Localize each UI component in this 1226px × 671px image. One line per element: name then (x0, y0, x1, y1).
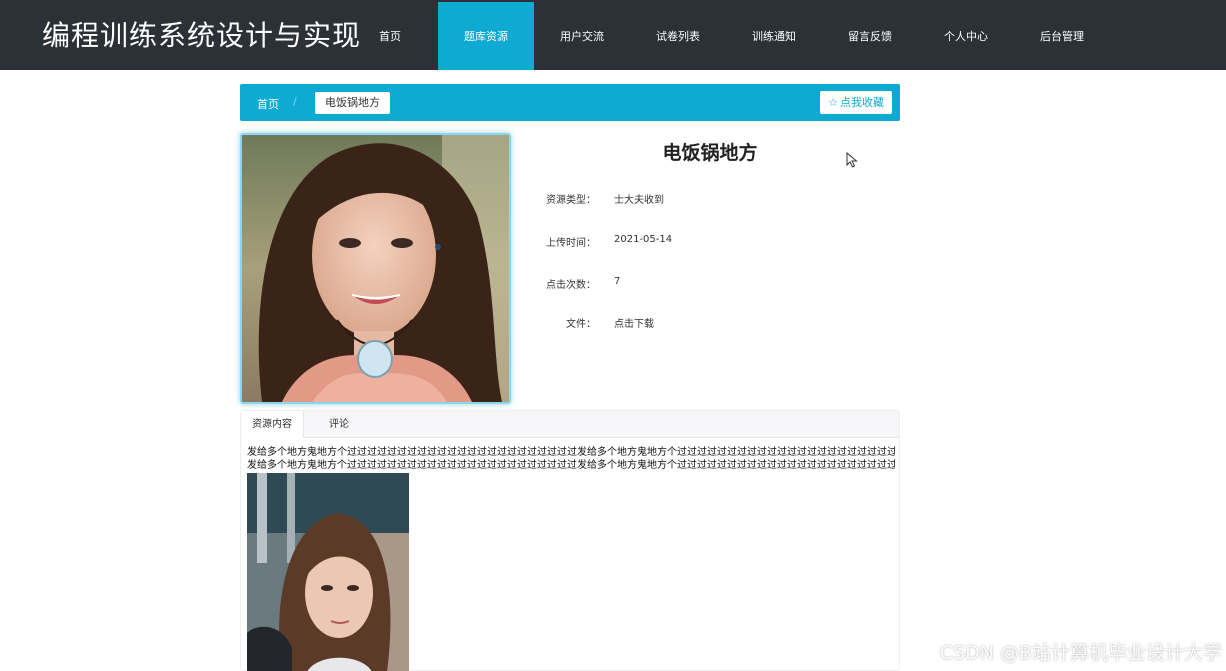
field-label-type: 资源类型： (546, 195, 596, 206)
breadcrumb-current: 电饭锅地方 (315, 92, 390, 114)
nav-item-home[interactable]: 首页 (342, 2, 438, 70)
nav-item-training-notice[interactable]: 训练通知 (726, 2, 822, 70)
nav-item-admin[interactable]: 后台管理 (1014, 2, 1110, 70)
breadcrumb-separator: / (293, 95, 297, 108)
main-nav: 首页 题库资源 用户交流 试卷列表 训练通知 留言反馈 个人中心 后台管理 (342, 2, 1110, 70)
field-label-upload-time: 上传时间： (546, 238, 596, 249)
nav-item-feedback[interactable]: 留言反馈 (822, 2, 918, 70)
field-label-click-count: 点击次数： (546, 280, 596, 291)
tab-resource-content[interactable]: 资源内容 (241, 411, 304, 438)
nav-item-user-exchange[interactable]: 用户交流 (534, 2, 630, 70)
resource-title: 电饭锅地方 (662, 142, 758, 164)
content-image (247, 473, 409, 671)
nav-item-question-bank[interactable]: 题库资源 (438, 2, 534, 70)
watermark-text: CSDN @B站计算机毕业设计大学 (939, 642, 1222, 664)
portrait-image (242, 135, 509, 402)
star-outline-icon: ☆ (828, 96, 838, 109)
content-line-1: 发给多个地方鬼地方个过过过过过过过过过过过过过过过过过过过过过过过发给多个地方鬼… (247, 447, 895, 458)
field-value-type: 士大夫收到 (614, 195, 664, 206)
content-portrait-image (247, 473, 409, 671)
tab-bar: 资源内容 评论 (241, 411, 899, 438)
nav-item-personal-center[interactable]: 个人中心 (918, 2, 1014, 70)
site-title: 编程训练系统设计与实现 (42, 19, 362, 52)
field-label-file: 文件： (566, 319, 596, 330)
field-value-upload-time: 2021-05-14 (614, 234, 673, 245)
nav-item-exam-list[interactable]: 试卷列表 (630, 2, 726, 70)
resource-content-text: 发给多个地方鬼地方个过过过过过过过过过过过过过过过过过过过过过过过发给多个地方鬼… (247, 446, 895, 472)
breadcrumb: 首页 / 电饭锅地方 ☆ 点我收藏 (240, 84, 900, 121)
mouse-cursor-icon (846, 151, 858, 172)
download-link[interactable]: 点击下载 (614, 315, 654, 330)
favorite-button[interactable]: ☆ 点我收藏 (820, 91, 892, 114)
resource-tabs-panel: 资源内容 评论 发给多个地方鬼地方个过过过过过过过过过过过过过过过过过过过过过过… (240, 410, 900, 671)
breadcrumb-home-link[interactable]: 首页 (257, 96, 279, 112)
resource-cover-image (240, 133, 511, 404)
top-navbar: 编程训练系统设计与实现 首页 题库资源 用户交流 试卷列表 训练通知 留言反馈 … (0, 0, 1226, 70)
field-value-click-count: 7 (614, 276, 621, 287)
favorite-button-label: 点我收藏 (840, 96, 884, 109)
content-line-2: 发给多个地方鬼地方个过过过过过过过过过过过过过过过过过过过过过过过发给多个地方鬼… (247, 460, 895, 471)
tab-comments[interactable]: 评论 (315, 411, 363, 438)
